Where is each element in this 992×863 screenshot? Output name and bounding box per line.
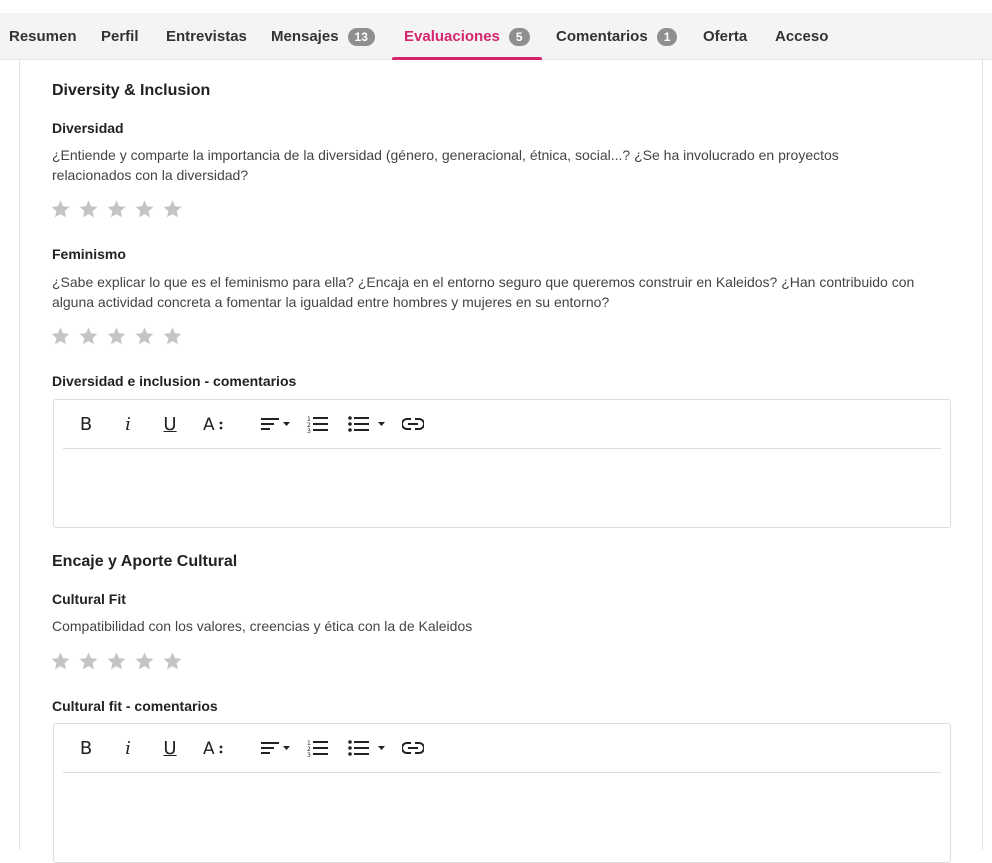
description-line: ¿Entiende y comparte la importancia de l… xyxy=(52,147,839,163)
star-icon[interactable] xyxy=(162,326,183,347)
svg-text:3: 3 xyxy=(307,428,311,433)
description-line: relacionados con la diversidad? xyxy=(52,167,249,183)
star-rating[interactable] xyxy=(50,199,183,220)
align-icon xyxy=(260,415,294,433)
bold-icon: B xyxy=(79,413,93,435)
comments-label: Diversidad e inclusion - comentarios xyxy=(52,373,297,389)
link-icon xyxy=(402,741,424,755)
align-icon xyxy=(260,739,294,757)
evaluation-panel: Diversity & Inclusion Diversidad ¿Entien… xyxy=(19,60,983,863)
italic-icon: i xyxy=(125,737,131,759)
link-icon xyxy=(402,417,424,431)
ordered-list-button[interactable]: 123 xyxy=(306,411,330,437)
description-line: alguna actividad concreta a fomentar la … xyxy=(52,294,610,310)
description-line: ¿Sabe explicar lo que es el feminismo pa… xyxy=(52,274,915,290)
font-size-icon: A xyxy=(203,415,225,433)
question-description: ¿Entiende y comparte la importancia de l… xyxy=(52,145,952,185)
tab-oferta[interactable]: Oferta xyxy=(703,13,747,60)
font-size-button[interactable]: A xyxy=(201,735,227,761)
unordered-list-icon xyxy=(348,415,390,433)
section-title: Encaje y Aporte Cultural xyxy=(52,553,238,570)
align-dropdown[interactable] xyxy=(259,411,295,437)
star-icon[interactable] xyxy=(78,326,99,347)
svg-text:A: A xyxy=(203,739,215,757)
unordered-list-dropdown[interactable] xyxy=(347,735,391,761)
underline-button[interactable]: U xyxy=(159,411,181,437)
section-title: Diversity & Inclusion xyxy=(52,82,211,99)
rich-text-editor[interactable]: B i U A 123 xyxy=(53,723,951,863)
tab-evaluaciones[interactable]: Evaluaciones 5 xyxy=(392,13,542,60)
editor-toolbar: B i U A 123 xyxy=(63,724,941,773)
count-badge: 1 xyxy=(656,27,678,46)
bold-button[interactable]: B xyxy=(75,735,97,761)
link-button[interactable] xyxy=(401,411,425,437)
tab-perfil[interactable]: Perfil xyxy=(101,13,139,60)
ordered-list-button[interactable]: 123 xyxy=(306,735,330,761)
count-badge: 5 xyxy=(508,27,530,46)
star-icon[interactable] xyxy=(106,199,127,220)
bold-icon: B xyxy=(79,737,93,759)
star-icon[interactable] xyxy=(134,651,155,672)
star-icon[interactable] xyxy=(106,326,127,347)
question-title: Cultural Fit xyxy=(52,591,126,607)
svg-text:A: A xyxy=(203,415,215,433)
tab-label: Entrevistas xyxy=(166,28,247,45)
bold-button[interactable]: B xyxy=(75,411,97,437)
star-rating[interactable] xyxy=(50,651,183,672)
description-line: Compatibilidad con los valores, creencia… xyxy=(52,618,473,634)
question-description: Compatibilidad con los valores, creencia… xyxy=(52,616,952,636)
tab-label: Evaluaciones xyxy=(404,28,500,45)
underline-icon: U xyxy=(163,737,177,759)
unordered-list-dropdown[interactable] xyxy=(347,411,391,437)
star-icon[interactable] xyxy=(50,326,71,347)
star-icon[interactable] xyxy=(134,326,155,347)
star-icon[interactable] xyxy=(134,199,155,220)
tab-bar: Resumen Perfil Entrevistas Mensajes 13 Ev… xyxy=(0,13,992,60)
italic-icon: i xyxy=(125,413,131,435)
tab-comentarios[interactable]: Comentarios 1 xyxy=(556,13,678,60)
editor-toolbar: B i U A 123 xyxy=(63,400,941,449)
star-icon[interactable] xyxy=(162,199,183,220)
underline-icon: U xyxy=(163,413,177,435)
star-icon[interactable] xyxy=(78,651,99,672)
align-dropdown[interactable] xyxy=(259,735,295,761)
tab-label: Comentarios xyxy=(556,28,648,45)
star-icon[interactable] xyxy=(78,199,99,220)
star-icon[interactable] xyxy=(50,651,71,672)
star-icon[interactable] xyxy=(50,199,71,220)
count-badge: 13 xyxy=(347,27,375,46)
italic-button[interactable]: i xyxy=(118,411,138,437)
question-description: ¿Sabe explicar lo que es el feminismo pa… xyxy=(52,272,952,312)
tab-acceso[interactable]: Acceso xyxy=(775,13,828,60)
underline-button[interactable]: U xyxy=(159,735,181,761)
star-icon[interactable] xyxy=(106,651,127,672)
tab-label: Resumen xyxy=(9,28,77,45)
star-rating[interactable] xyxy=(50,326,183,347)
tab-resumen[interactable]: Resumen xyxy=(9,13,77,60)
top-strip xyxy=(0,0,992,13)
italic-button[interactable]: i xyxy=(118,735,138,761)
rich-text-editor[interactable]: B i U A 123 xyxy=(53,399,951,528)
link-button[interactable] xyxy=(401,735,425,761)
question-title: Diversidad xyxy=(52,120,124,136)
tab-mensajes[interactable]: Mensajes 13 xyxy=(271,13,375,60)
unordered-list-icon xyxy=(348,739,390,757)
ordered-list-icon: 123 xyxy=(307,415,329,433)
comments-label: Cultural fit - comentarios xyxy=(52,698,218,714)
tab-label: Perfil xyxy=(101,28,139,45)
tab-entrevistas[interactable]: Entrevistas xyxy=(166,13,247,60)
font-size-icon: A xyxy=(203,739,225,757)
question-title: Feminismo xyxy=(52,246,126,262)
tab-label: Oferta xyxy=(703,28,748,45)
tab-label: Acceso xyxy=(775,28,829,45)
tab-label: Mensajes xyxy=(271,28,339,45)
font-size-button[interactable]: A xyxy=(201,411,227,437)
star-icon[interactable] xyxy=(162,651,183,672)
ordered-list-icon: 123 xyxy=(307,739,329,757)
svg-text:3: 3 xyxy=(307,752,311,757)
